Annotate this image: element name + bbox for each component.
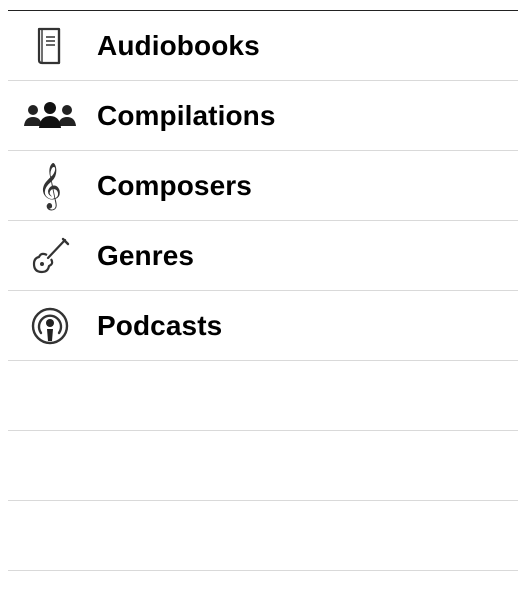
treble-clef-icon: 𝄞: [38, 163, 62, 209]
book-icon: [22, 23, 78, 69]
empty-row: [0, 431, 518, 501]
list-item-label: Compilations: [97, 100, 276, 131]
empty-row: [0, 501, 518, 571]
people-group-icon: [22, 93, 78, 139]
guitar-icon: [22, 233, 78, 279]
list-item-label: Composers: [97, 170, 252, 201]
list-item-label: Podcasts: [97, 310, 223, 341]
list-item-podcasts[interactable]: Podcasts: [0, 291, 518, 361]
library-category-list: Audiobooks Compilations 𝄞 Composers Genr…: [0, 11, 518, 571]
list-item-composers[interactable]: 𝄞 Composers: [0, 151, 518, 221]
podcast-icon: [22, 303, 78, 349]
list-item-genres[interactable]: Genres: [0, 221, 518, 291]
list-item-compilations[interactable]: Compilations: [0, 81, 518, 151]
empty-row: [0, 361, 518, 431]
list-item-audiobooks[interactable]: Audiobooks: [0, 11, 518, 81]
list-item-label: Audiobooks: [97, 30, 260, 61]
list-item-label: Genres: [97, 240, 195, 271]
